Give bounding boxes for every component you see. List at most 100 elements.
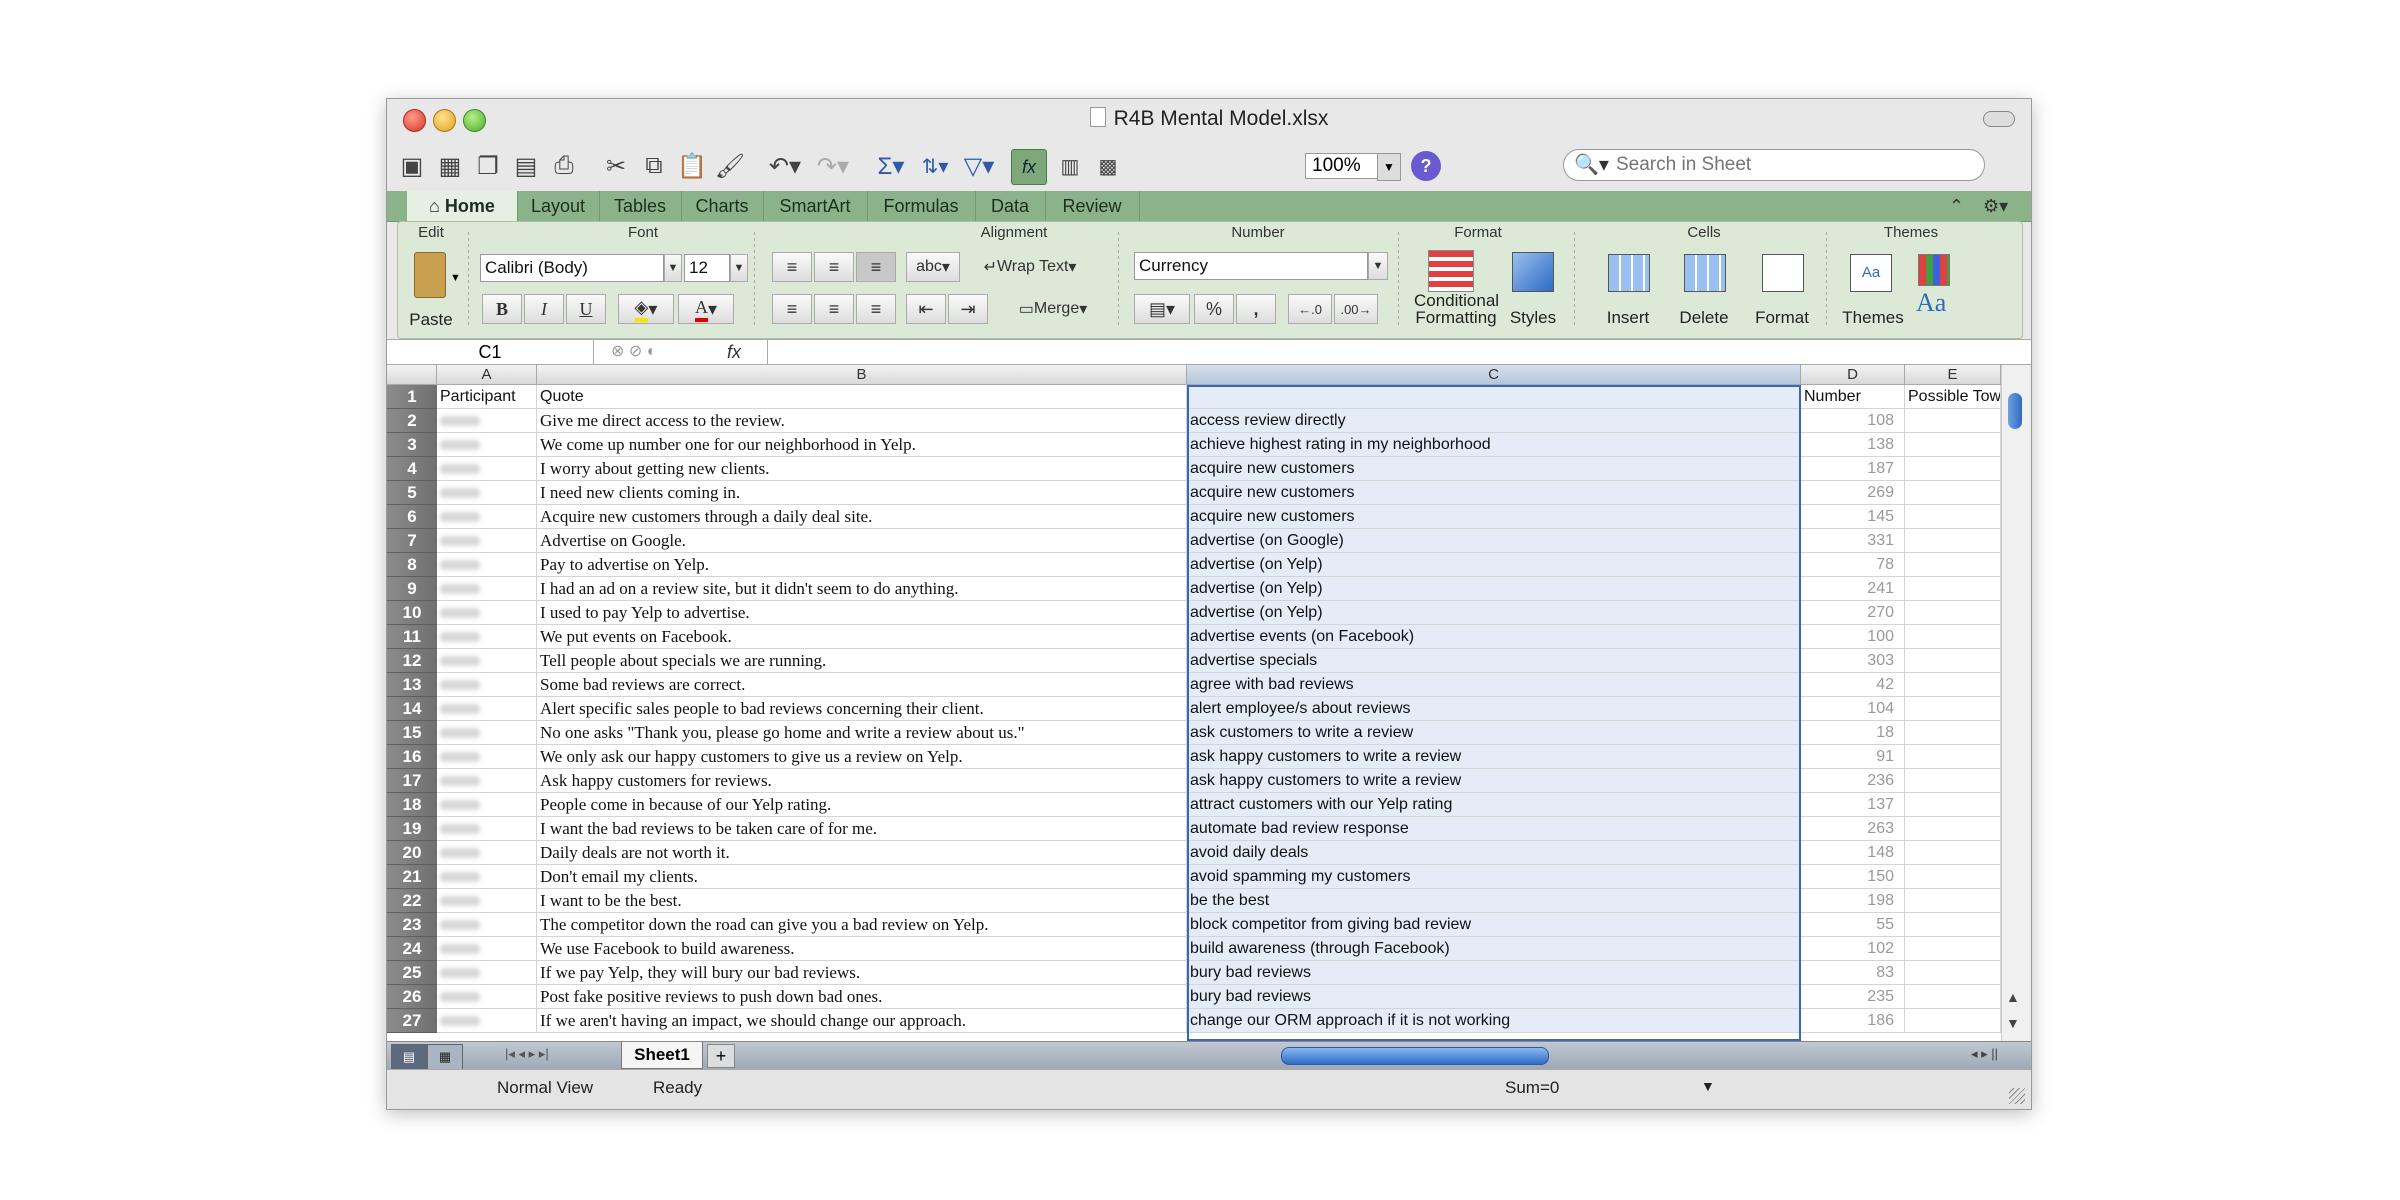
row-number[interactable]: 20 <box>387 841 437 865</box>
cell-possible-tower[interactable] <box>1905 793 2001 817</box>
cell-possible-tower[interactable] <box>1905 529 2001 553</box>
cell-possible-tower[interactable] <box>1905 505 2001 529</box>
cell-mental-model[interactable]: change our ORM approach if it is not wor… <box>1187 1009 1801 1033</box>
align-bottom-icon[interactable]: ≡ <box>856 252 896 282</box>
cell-number[interactable]: 303 <box>1801 649 1905 673</box>
horizontal-scroll-thumb[interactable] <box>1281 1047 1549 1065</box>
sort-icon[interactable]: ⇅▾ <box>915 149 955 183</box>
row-number[interactable]: 23 <box>387 913 437 937</box>
align-middle-icon[interactable]: ≡ <box>814 252 854 282</box>
cell-participant[interactable] <box>437 457 537 481</box>
cell-possible-tower[interactable] <box>1905 625 2001 649</box>
cell-mental-model[interactable]: ask happy customers to write a review <box>1187 769 1801 793</box>
cell-possible-tower[interactable] <box>1905 721 2001 745</box>
cell-mental-model[interactable]: advertise (on Google) <box>1187 529 1801 553</box>
page-layout-view-icon[interactable]: ▦ <box>427 1044 463 1070</box>
cell-mental-model[interactable]: acquire new customers <box>1187 457 1801 481</box>
cell-mental-model[interactable]: advertise (on Yelp) <box>1187 601 1801 625</box>
paste-icon[interactable]: 📋 <box>677 149 707 183</box>
cell-mental-model[interactable]: be the best <box>1187 889 1801 913</box>
column-header-d[interactable]: D <box>1801 365 1905 385</box>
help-icon[interactable]: ? <box>1411 151 1441 181</box>
increase-indent-icon[interactable]: ⇥ <box>948 294 988 324</box>
save-icon[interactable]: ▤ <box>511 149 541 183</box>
cell-number[interactable]: 55 <box>1801 913 1905 937</box>
cell-quote[interactable]: People come in because of our Yelp ratin… <box>537 793 1187 817</box>
cell-number[interactable]: 198 <box>1801 889 1905 913</box>
cell-number[interactable]: 100 <box>1801 625 1905 649</box>
cell-participant[interactable] <box>437 481 537 505</box>
cell-number[interactable]: 78 <box>1801 553 1905 577</box>
collapse-ribbon-icon[interactable]: ⌃ <box>1949 191 1964 221</box>
row-number[interactable]: 19 <box>387 817 437 841</box>
cell-quote[interactable]: Daily deals are not worth it. <box>537 841 1187 865</box>
zoom-select[interactable]: 100% <box>1305 153 1385 179</box>
row-number[interactable]: 22 <box>387 889 437 913</box>
cell-quote[interactable]: If we aren't having an impact, we should… <box>537 1009 1187 1033</box>
cell-number[interactable]: 102 <box>1801 937 1905 961</box>
cell-participant[interactable] <box>437 529 537 553</box>
themes-button[interactable]: Aa Themes <box>1838 248 1908 334</box>
row-number[interactable]: 21 <box>387 865 437 889</box>
row-number[interactable]: 1 <box>387 385 437 409</box>
cell-participant[interactable] <box>437 433 537 457</box>
cell-number[interactable]: 263 <box>1801 817 1905 841</box>
row-number[interactable]: 11 <box>387 625 437 649</box>
cell-possible-tower[interactable] <box>1905 553 2001 577</box>
select-all-corner[interactable] <box>387 365 437 385</box>
template-gallery-icon[interactable]: ▦ <box>435 149 465 183</box>
column-header-c[interactable]: C <box>1187 365 1801 385</box>
row-number[interactable]: 7 <box>387 529 437 553</box>
cell-mental-model[interactable]: achieve highest rating in my neighborhoo… <box>1187 433 1801 457</box>
cell-mental-model[interactable]: advertise (on Yelp) <box>1187 553 1801 577</box>
cell-quote[interactable]: Pay to advertise on Yelp. <box>537 553 1187 577</box>
cell-possible-tower[interactable] <box>1905 913 2001 937</box>
bold-button[interactable]: B <box>482 294 522 324</box>
underline-button[interactable]: U <box>566 294 606 324</box>
cell-quote[interactable]: We come up number one for our neighborho… <box>537 433 1187 457</box>
cell-number[interactable]: 187 <box>1801 457 1905 481</box>
cell-participant[interactable] <box>437 745 537 769</box>
cell-number[interactable]: 42 <box>1801 673 1905 697</box>
cell-possible-tower[interactable] <box>1905 817 2001 841</box>
font-color-button[interactable]: A ▾ <box>678 294 734 324</box>
row-number[interactable]: 3 <box>387 433 437 457</box>
cell-quote[interactable]: The competitor down the road can give yo… <box>537 913 1187 937</box>
cell-participant[interactable] <box>437 697 537 721</box>
search-icon[interactable]: 🔍▾ <box>1574 152 1609 177</box>
row-number[interactable]: 12 <box>387 649 437 673</box>
row-number[interactable]: 6 <box>387 505 437 529</box>
cell-possible-tower[interactable] <box>1905 697 2001 721</box>
cell-number[interactable]: 331 <box>1801 529 1905 553</box>
cell-possible-tower[interactable] <box>1905 985 2001 1009</box>
vertical-scroll-thumb[interactable] <box>2008 393 2022 429</box>
cell-number[interactable]: 83 <box>1801 961 1905 985</box>
column-header-e[interactable]: E <box>1905 365 2001 385</box>
text-orientation-button[interactable]: abc ▾ <box>906 252 960 282</box>
zoom-dropdown-arrow-icon[interactable]: ▼ <box>1377 153 1401 181</box>
row-number[interactable]: 26 <box>387 985 437 1009</box>
cell-quote[interactable]: We put events on Facebook. <box>537 625 1187 649</box>
sum-dropdown-arrow-icon[interactable]: ▼ <box>1701 1078 1715 1094</box>
cell-mental-model[interactable]: acquire new customers <box>1187 505 1801 529</box>
comma-style-button[interactable]: , <box>1236 294 1276 324</box>
tab-charts[interactable]: Charts <box>681 191 764 221</box>
cell-number[interactable]: 91 <box>1801 745 1905 769</box>
row-number[interactable]: 9 <box>387 577 437 601</box>
search-input[interactable] <box>1614 153 1968 177</box>
cell-quote[interactable]: I need new clients coming in. <box>537 481 1187 505</box>
cell-number[interactable]: 104 <box>1801 697 1905 721</box>
cell-participant[interactable] <box>437 841 537 865</box>
spreadsheet-grid[interactable]: A B C D E 1 Participant Quote Number Pos… <box>387 365 2001 1041</box>
align-left-icon[interactable]: ≡ <box>772 294 812 324</box>
cell-possible-tower[interactable] <box>1905 889 2001 913</box>
font-size-select[interactable]: 12 <box>684 254 730 282</box>
insert-cells-button[interactable]: Insert <box>1594 248 1662 334</box>
toolbar-toggle-button[interactable] <box>1983 111 2015 127</box>
cell-participant[interactable] <box>437 889 537 913</box>
open-folder-icon[interactable]: ❐ <box>473 149 503 183</box>
cell-participant[interactable] <box>437 577 537 601</box>
cell-participant[interactable] <box>437 985 537 1009</box>
increase-decimal-icon[interactable]: ←.0 <box>1288 294 1332 324</box>
row-number[interactable]: 24 <box>387 937 437 961</box>
